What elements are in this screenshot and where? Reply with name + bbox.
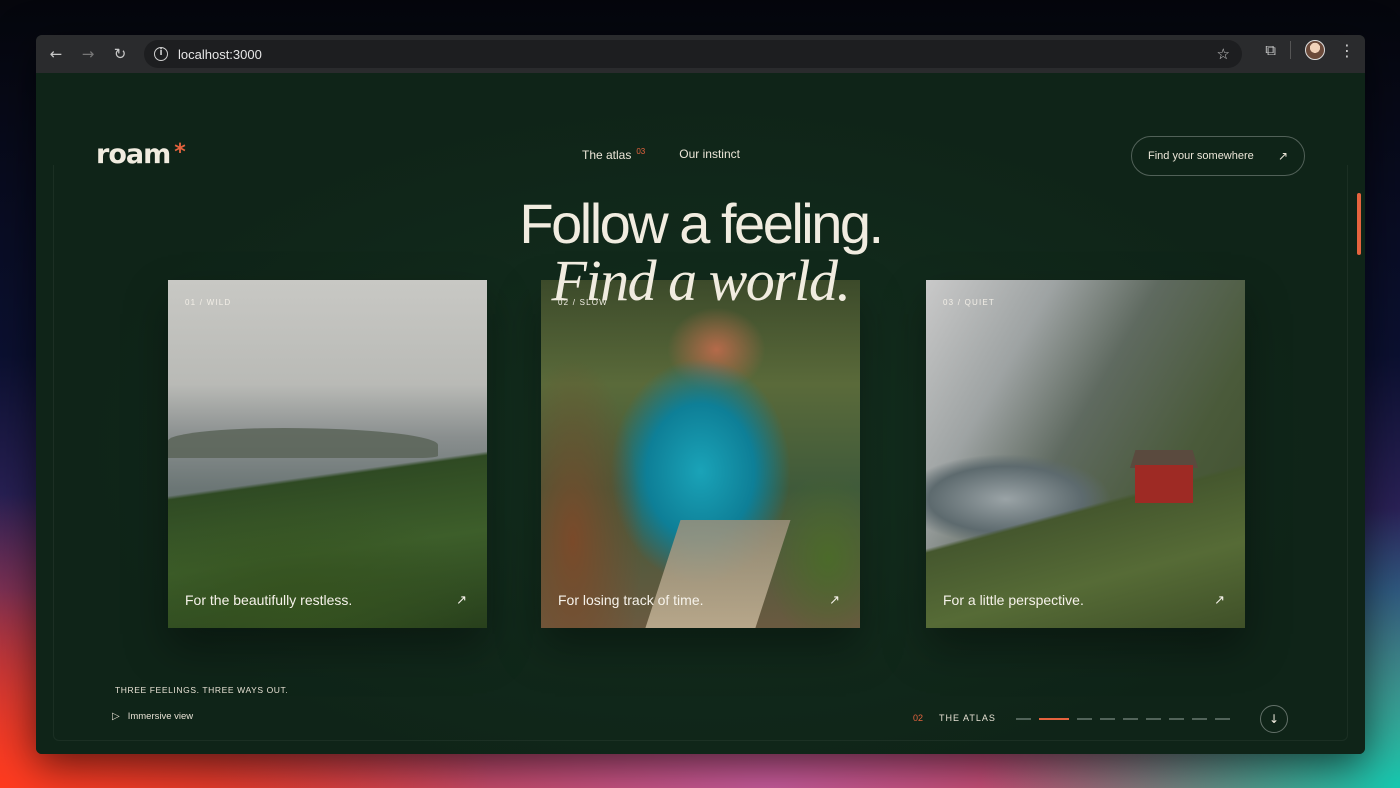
nav-item-label: The atlas [582,148,632,162]
arrow-up-right-icon[interactable]: ↗ [829,593,840,608]
progress-dash[interactable] [1123,718,1138,720]
asterisk-icon: * [174,140,185,165]
progress-dash[interactable] [1100,718,1115,720]
arrow-up-right-icon[interactable]: ↗ [1214,593,1225,608]
cta-label: Find your somewhere [1148,150,1254,162]
arrow-right-icon: → [81,45,95,63]
immersive-view-label: Immersive view [127,711,194,722]
avatar[interactable] [1305,40,1325,60]
puzzle-icon[interactable]: ⧉ [1265,41,1276,59]
nav-item-our-instinct[interactable]: Our instinct [679,147,740,162]
progress-dash[interactable] [1016,718,1031,720]
nav-item-badge: 03 [636,147,646,156]
section-label: THE ATLAS [939,713,996,723]
kebab-icon[interactable]: ⋮ [1339,41,1355,60]
section-progress [1016,718,1230,720]
cove-village-image [541,280,860,628]
card-wild[interactable]: 01 / WILD For the beautifully restless. … [168,280,487,628]
progress-dash[interactable] [1215,718,1230,720]
primary-nav: The atlas 03 Our instinct [582,147,740,162]
progress-dash[interactable] [1192,718,1207,720]
star-icon[interactable]: ☆ [1217,45,1230,63]
logo-text: roam [96,139,171,170]
progress-dash[interactable] [1039,718,1069,720]
footer-eyebrow: THREE FEELINGS. THREE WAYS OUT. [115,685,289,695]
card-caption: For the beautifully restless. [185,592,353,608]
arrow-left-icon: ← [49,45,63,63]
reload-button[interactable]: ↻ [104,40,136,68]
nav-item-the-atlas[interactable]: The atlas 03 [582,147,645,162]
arrow-down-icon: ↓ [1268,712,1280,726]
info-icon[interactable]: i [154,47,168,61]
find-your-somewhere-button[interactable]: Find your somewhere ↗ [1131,136,1305,176]
site-logo[interactable]: roam * [96,139,186,170]
browser-toolbar: ← → ↻ i localhost:3000 ☆ ⧉ ⋮ [36,35,1365,73]
scroll-down-button[interactable]: ↓ [1260,705,1288,733]
arrow-up-right-icon[interactable]: ↗ [456,593,467,608]
progress-dash[interactable] [1169,718,1184,720]
progress-dash[interactable] [1077,718,1092,720]
fjord-cabin-image [926,280,1245,628]
play-icon: ▷ [112,711,120,722]
card-quiet[interactable]: 03 / QUIET For a little perspective. ↗ [926,280,1245,628]
card-caption: For losing track of time. [558,592,704,608]
card-slow[interactable]: 02 / SLOW For losing track of time. ↗ [541,280,860,628]
toolbar-divider [1290,41,1291,59]
card-caption: For a little perspective. [943,592,1084,608]
progress-dash[interactable] [1146,718,1161,720]
immersive-view-button[interactable]: ▷ Immersive view [112,711,193,722]
coastal-cliff-image [168,280,487,628]
forward-button[interactable]: → [72,40,104,68]
hero-title-line2: Find a world. [551,248,851,313]
address-bar[interactable]: i localhost:3000 ☆ [144,40,1242,68]
section-number: 02 [913,713,924,723]
reload-icon: ↻ [113,45,127,63]
url-text[interactable]: localhost:3000 [178,47,262,62]
page-content: roam * The atlas 03 Our instinct Find your… [36,73,1365,754]
arrow-up-right-icon: ↗ [1277,149,1288,163]
browser-window: ← → ↻ i localhost:3000 ☆ ⧉ ⋮ roam * The a… [36,35,1365,754]
back-button[interactable]: ← [40,40,72,68]
